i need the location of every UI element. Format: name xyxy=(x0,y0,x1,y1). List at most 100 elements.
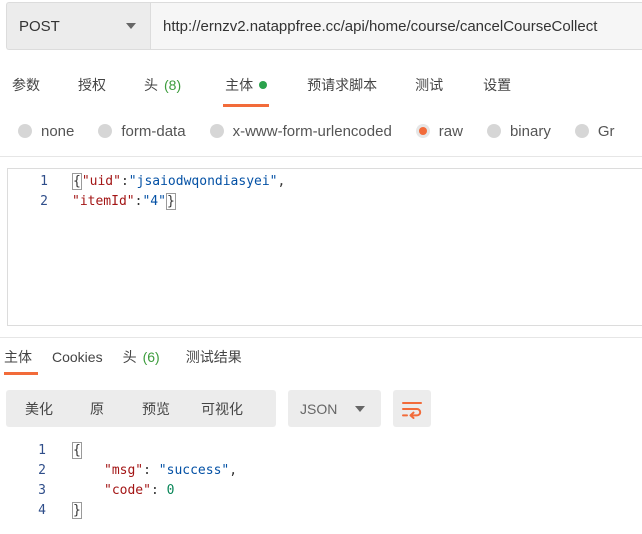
radio-label: none xyxy=(41,122,75,140)
open-brace: { xyxy=(72,172,82,190)
json-value: "success" xyxy=(158,462,230,478)
line-number: 2 xyxy=(40,193,48,209)
json-value: "4" xyxy=(142,193,166,209)
code-line: 2 "msg": "success", xyxy=(0,460,237,480)
chevron-down-icon xyxy=(126,23,136,29)
open-brace: { xyxy=(72,441,82,459)
radio-label: Gr xyxy=(597,122,615,140)
code-text: } xyxy=(72,501,82,519)
json-value: 0 xyxy=(166,482,175,498)
code-text: "code": 0 xyxy=(104,482,175,498)
line-number: 1 xyxy=(40,173,48,189)
close-brace: } xyxy=(72,501,82,519)
tab-authorization[interactable]: 授权 xyxy=(78,66,106,104)
tab-label: 测试结果 xyxy=(185,349,242,365)
code-text: "msg": "success", xyxy=(104,462,238,478)
tab-headers[interactable]: 头 (8) xyxy=(144,66,181,104)
tab-response-body[interactable]: 主体 xyxy=(4,342,38,375)
url-input[interactable]: http://ernzv2.natappfree.cc/api/home/cou… xyxy=(150,2,642,50)
tab-label: 预请求脚本 xyxy=(307,77,378,93)
request-tabs: 参数 授权 头 (8) 主体 预请求脚本 测试 设置 xyxy=(0,66,511,107)
radio-label: binary xyxy=(509,122,551,140)
response-body-viewer[interactable]: 1 { 2 "msg": "success", 3 "code": 0 4 } xyxy=(0,440,642,530)
tab-params[interactable]: 参数 xyxy=(12,66,40,104)
method-select[interactable]: POST xyxy=(6,2,150,50)
code-line: 3 "code": 0 xyxy=(0,480,174,500)
tab-settings[interactable]: 设置 xyxy=(483,66,511,104)
tab-cookies[interactable]: Cookies xyxy=(52,342,103,372)
radio-label: x-www-form-urlencoded xyxy=(232,122,392,140)
tab-body[interactable]: 主体 xyxy=(223,66,270,107)
method-label: POST xyxy=(19,17,60,35)
radio-circle-icon xyxy=(486,124,501,138)
wrap-lines-button[interactable] xyxy=(393,390,431,427)
view-label: 美化 xyxy=(25,400,53,417)
wrap-lines-icon xyxy=(402,401,422,419)
radio-x-www-form-urlencoded[interactable]: x-www-form-urlencoded xyxy=(209,122,392,140)
body-type-radios: none form-data x-www-form-urlencoded raw… xyxy=(0,116,639,146)
radio-selected-icon xyxy=(415,124,430,138)
radio-binary[interactable]: binary xyxy=(486,122,551,140)
tab-label: 主体 xyxy=(4,349,32,365)
active-dot-icon xyxy=(259,81,268,89)
radio-circle-icon xyxy=(18,124,32,138)
code-line: 1 { xyxy=(0,440,82,460)
radio-circle-icon xyxy=(209,124,224,138)
line-number: 3 xyxy=(38,482,46,498)
headers-count: (8) xyxy=(164,77,182,93)
code-text: { xyxy=(72,441,82,459)
response-tabs: 主体 Cookies 头 (6) 测试结果 xyxy=(0,342,242,376)
tab-label: 主体 xyxy=(225,77,254,93)
divider xyxy=(0,156,642,157)
tab-test-results[interactable]: 测试结果 xyxy=(186,342,242,372)
radio-form-data[interactable]: form-data xyxy=(98,122,186,140)
format-label: JSON xyxy=(300,400,338,417)
radio-graphql[interactable]: Gr xyxy=(574,122,615,140)
request-url-bar: POST http://ernzv2.natappfree.cc/api/hom… xyxy=(6,2,642,50)
radio-circle-icon xyxy=(574,124,589,138)
divider xyxy=(0,337,642,338)
json-key: "itemId" xyxy=(72,193,135,209)
line-number: 4 xyxy=(38,502,46,518)
tab-label: 头 xyxy=(144,77,158,93)
request-body-editor[interactable]: 1 {"uid":"jsaiodwqondiasyei", 2 "itemId"… xyxy=(7,168,642,326)
close-brace: } xyxy=(165,192,176,210)
code-text: "itemId":"4"} xyxy=(72,192,176,210)
tab-label: 授权 xyxy=(78,77,106,93)
code-line: 4 } xyxy=(0,500,82,520)
line-number: 2 xyxy=(38,462,46,478)
tab-label: 设置 xyxy=(483,77,512,93)
json-value: "jsaiodwqondiasyei" xyxy=(128,173,278,189)
colon: : xyxy=(120,173,129,189)
view-raw-button[interactable]: 原 xyxy=(72,390,122,427)
tab-label: 测试 xyxy=(415,77,444,93)
view-label: 原 xyxy=(90,400,104,417)
headers-count: (6) xyxy=(142,349,160,365)
radio-label: raw xyxy=(438,122,463,140)
radio-circle-icon xyxy=(98,124,113,138)
tab-tests[interactable]: 测试 xyxy=(415,66,443,104)
comma: , xyxy=(277,173,286,189)
tab-label: Cookies xyxy=(52,349,103,365)
view-label: 预览 xyxy=(142,400,170,417)
json-key: "code" xyxy=(104,482,151,498)
code-line: 1 {"uid":"jsaiodwqondiasyei", xyxy=(8,171,285,191)
tab-pre-request-script[interactable]: 预请求脚本 xyxy=(307,66,377,104)
format-select[interactable]: JSON xyxy=(288,390,381,427)
view-label: 可视化 xyxy=(201,400,243,417)
view-preview-button[interactable]: 预览 xyxy=(122,390,190,427)
radio-raw[interactable]: raw xyxy=(415,122,463,140)
code-line: 2 "itemId":"4"} xyxy=(8,191,176,211)
view-visualize-button[interactable]: 可视化 xyxy=(190,390,254,427)
tab-label: 头 xyxy=(122,349,137,365)
view-mode-segment: 美化 原 预览 可视化 xyxy=(6,390,276,427)
code-text: {"uid":"jsaiodwqondiasyei", xyxy=(72,172,286,190)
tab-label: 参数 xyxy=(12,77,40,93)
radio-label: form-data xyxy=(121,122,186,140)
tab-response-headers[interactable]: 头 (6) xyxy=(123,342,160,372)
json-key: "uid" xyxy=(81,173,121,189)
line-number: 1 xyxy=(38,442,46,458)
radio-none[interactable]: none xyxy=(18,123,74,140)
view-pretty-button[interactable]: 美化 xyxy=(6,390,72,427)
chevron-down-icon xyxy=(355,405,365,412)
